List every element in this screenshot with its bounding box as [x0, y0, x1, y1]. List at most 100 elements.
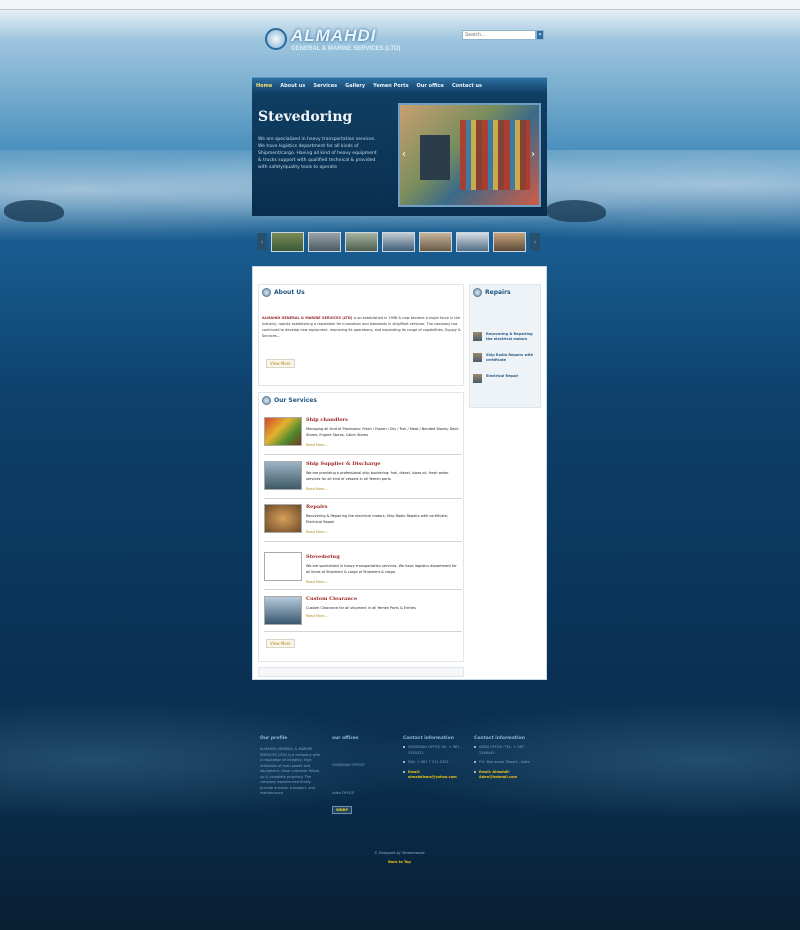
list-item: Email: almahdisma@yahoo.com: [403, 770, 469, 781]
contact-line: FAX: + 967 7 511 0322: [408, 760, 449, 764]
service-title[interactable]: Custom Clearance: [306, 596, 357, 602]
hero-image: ‹ ›: [398, 103, 541, 207]
service-title[interactable]: Repairs: [306, 504, 327, 510]
search-button[interactable]: »: [536, 30, 544, 40]
container-stack-graphic: [460, 120, 530, 190]
repair-link[interactable]: Ship Radio Repairs with certificate: [486, 353, 539, 363]
search-form: »: [462, 30, 544, 40]
nav-item-services[interactable]: Services: [313, 83, 337, 89]
hero-slider: Stevedoring We are specialized in heavy …: [252, 93, 547, 216]
footer-offices-title: our offices: [332, 736, 359, 741]
read-more-link[interactable]: Read More...: [306, 487, 328, 491]
bullet-icon: [403, 746, 405, 748]
main-nav: Home About us Services Gallery Yemen Por…: [252, 77, 547, 93]
read-more-link[interactable]: Read More...: [306, 443, 328, 447]
list-item: Ship Supplier & Discharge We are providi…: [264, 461, 462, 499]
services-view-more-button[interactable]: View More: [266, 639, 295, 648]
footer-contact-2: Contact information ADEN OFFICE: TEL: + …: [474, 736, 542, 781]
repair-thumbnail: [473, 332, 482, 341]
thumbnail[interactable]: [419, 232, 452, 252]
about-us-text: ALMAHDI GENERAL & MARINE SERVICES (LTD) …: [262, 315, 464, 339]
nav-item-yemen-ports[interactable]: Yemen Ports: [373, 83, 408, 89]
hero-title: Stevedoring: [258, 109, 353, 125]
footer-profile-title: Our profile: [260, 736, 288, 741]
nav-item-about-us[interactable]: About us: [280, 83, 305, 89]
nav-item-gallery[interactable]: Gallery: [345, 83, 365, 89]
service-title[interactable]: Ship chandlers: [306, 417, 348, 423]
contact-line: ADEN OFFICE: TEL: + 967 - 2246445: [479, 745, 527, 755]
service-image: [264, 417, 302, 446]
thumbnail[interactable]: [271, 232, 304, 252]
repair-link[interactable]: Recovering & Repairing the electrical mo…: [486, 332, 539, 342]
repairs-box: Repairs Recovering & Repairing the elect…: [469, 284, 541, 408]
service-image: [264, 504, 302, 533]
repair-link[interactable]: Electrical Repair: [486, 374, 518, 383]
list-item: ADEN OFFICE: TEL: + 967 - 2246445: [474, 745, 542, 756]
site-logo[interactable]: ALMAHDI GENERAL & MARINE SERVICES (LTD): [265, 26, 400, 52]
repair-thumbnail: [473, 374, 482, 383]
footer-office-hodeidah[interactable]: HODEIDAH OFFICE: [332, 763, 392, 769]
thumbs-next-arrow-icon[interactable]: ›: [530, 233, 540, 251]
thumbnail[interactable]: [308, 232, 341, 252]
bullet-icon: [474, 770, 476, 773]
service-image: [264, 552, 302, 581]
bullet-icon: [474, 761, 476, 763]
list-item: FAX: + 967 7 511 0322: [403, 760, 469, 766]
repairs-title: Repairs: [485, 289, 511, 296]
about-us-box: About Us ALMAHDI GENERAL & MARINE SERVIC…: [258, 284, 464, 386]
service-desc: We are providing a professional ship bun…: [306, 471, 449, 481]
list-item: Custom Clearance Custom Clearance for al…: [264, 596, 462, 632]
thumbs-prev-arrow-icon[interactable]: ‹: [257, 233, 267, 251]
list-item: Repairs Recovering & Repairing the elect…: [264, 504, 462, 542]
service-desc: Managing all kind of Provisions: Fresh /…: [306, 427, 459, 437]
our-services-title: Our Services: [274, 397, 317, 404]
read-more-link[interactable]: Read More...: [306, 614, 328, 618]
browser-top-strip: [0, 0, 800, 10]
service-desc: Custom Clearance for all shipment in all…: [306, 606, 416, 610]
list-item[interactable]: Recovering & Repairing the electrical mo…: [473, 332, 539, 342]
logo-name: ALMAHDI: [291, 26, 377, 45]
nav-item-our-office[interactable]: Our office: [417, 83, 444, 89]
bullet-icon: [403, 770, 405, 773]
our-services-header: Our Services: [262, 396, 317, 405]
service-desc: Recovering & Repairing the electrical mo…: [306, 514, 449, 524]
read-more-link[interactable]: Read More...: [306, 530, 328, 534]
footer-office-aden[interactable]: Aden OFFICE: [332, 791, 392, 797]
thumbnail[interactable]: [382, 232, 415, 252]
email-link[interactable]: almahdisma@yahoo.com: [408, 775, 457, 781]
footer-profile: Our profile ALMAHDI GENERAL & MARINE SER…: [260, 736, 322, 797]
service-image: [264, 461, 302, 490]
list-item[interactable]: Ship Radio Repairs with certificate: [473, 353, 539, 363]
read-more-link[interactable]: Read More...: [306, 580, 328, 584]
about-view-more-button[interactable]: View More: [266, 359, 295, 368]
email-link[interactable]: Aden@hotmail.com: [479, 775, 517, 781]
hero-text: We are specialized in heavy transportati…: [258, 137, 377, 170]
service-desc: We are specialized in heavy transportati…: [306, 564, 457, 574]
list-item: Email: Almahdi- Aden@hotmail.com: [474, 770, 542, 781]
footer-offices: our offices HODEIDAH OFFICE Aden OFFICE …: [332, 736, 392, 815]
shark-left-decoration: [4, 200, 64, 222]
bullet-icon: [403, 761, 405, 763]
thumbnail[interactable]: [493, 232, 526, 252]
logo-seal-icon: [265, 28, 287, 50]
wdrp-badge[interactable]: WDRP: [332, 806, 353, 814]
thumbnail-strip: ‹ ›: [252, 228, 547, 256]
back-to-top-link[interactable]: Back to Top: [252, 860, 547, 864]
list-item: P.O. Box xxxxx Tawahi - Aden: [474, 760, 542, 766]
search-input[interactable]: [462, 30, 536, 40]
hero-prev-arrow-icon[interactable]: ‹: [402, 149, 408, 161]
list-item[interactable]: Electrical Repair: [473, 374, 539, 383]
contact-line: HODEIDAH OFFICE Tel. + 967 - 3250322: [408, 745, 462, 755]
content-panel: About Us ALMAHDI GENERAL & MARINE SERVIC…: [252, 266, 547, 680]
service-title[interactable]: Ship Supplier & Discharge: [306, 461, 381, 467]
hero-next-arrow-icon[interactable]: ›: [531, 149, 537, 161]
service-title[interactable]: Stevedoring: [306, 554, 340, 560]
footer-credit: © Designed by Tahamawave: [374, 851, 425, 855]
nav-item-contact-us[interactable]: Contact us: [452, 83, 482, 89]
list-item: HODEIDAH OFFICE Tel. + 967 - 3250322: [403, 745, 469, 756]
thumbnail[interactable]: [345, 232, 378, 252]
service-image: [264, 596, 302, 625]
contact-line: P.O. Box xxxxx Tawahi - Aden: [479, 760, 530, 764]
nav-item-home[interactable]: Home: [256, 83, 272, 89]
thumbnail[interactable]: [456, 232, 489, 252]
